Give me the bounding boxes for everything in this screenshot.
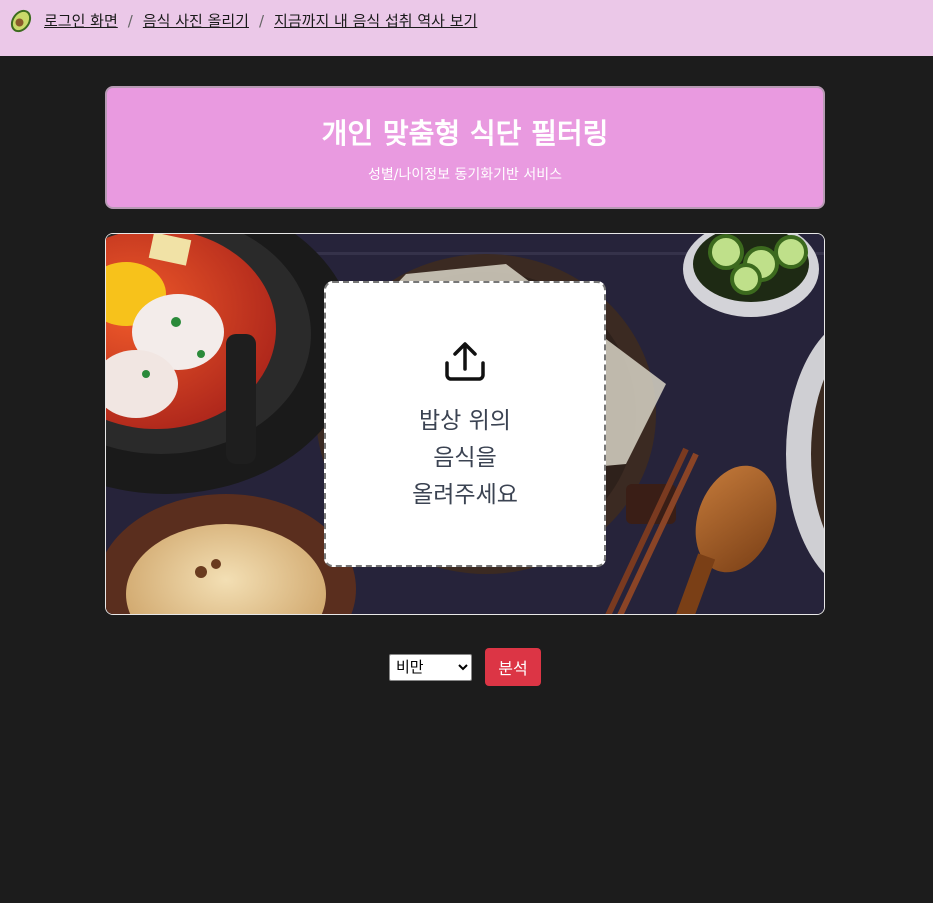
analysis-controls: 비만 분석 (389, 648, 541, 686)
nav-link-intake-history[interactable]: 지금까지 내 음식 섭취 역사 보기 (274, 10, 477, 31)
top-navigation-bar: 로그인 화면 / 음식 사진 올리기 / 지금까지 내 음식 섭취 역사 보기 (0, 0, 933, 56)
upload-icon (445, 342, 485, 381)
page-subtitle: 성별/나이정보 동기화기반 서비스 (368, 167, 562, 183)
header-banner: 개인 맞춤형 식단 필터링 성별/나이정보 동기화기반 서비스 (105, 86, 825, 209)
food-photo-panel: 밥상 위의 음식을 올려주세요 (105, 233, 825, 615)
nav-link-upload-photo[interactable]: 음식 사진 올리기 (143, 10, 249, 31)
upload-instruction-line: 음식을 (433, 445, 497, 471)
breadcrumb-separator: / (127, 11, 133, 30)
upload-instruction-line: 밥상 위의 (419, 408, 511, 434)
avocado-icon (10, 9, 32, 33)
upload-dropzone[interactable]: 밥상 위의 음식을 올려주세요 (324, 281, 606, 567)
breadcrumb-separator: / (258, 11, 265, 30)
breadcrumb: 로그인 화면 / 음식 사진 올리기 / 지금까지 내 음식 섭취 역사 보기 (44, 10, 477, 31)
upload-instructions: 밥상 위의 음식을 올려주세요 (326, 403, 604, 514)
nav-link-login[interactable]: 로그인 화면 (44, 10, 118, 31)
upload-instruction-line: 올려주세요 (412, 482, 518, 508)
condition-select[interactable]: 비만 (389, 653, 472, 681)
analyze-button[interactable]: 분석 (485, 648, 541, 686)
page-title: 개인 맞춤형 식단 필터링 (321, 117, 609, 150)
